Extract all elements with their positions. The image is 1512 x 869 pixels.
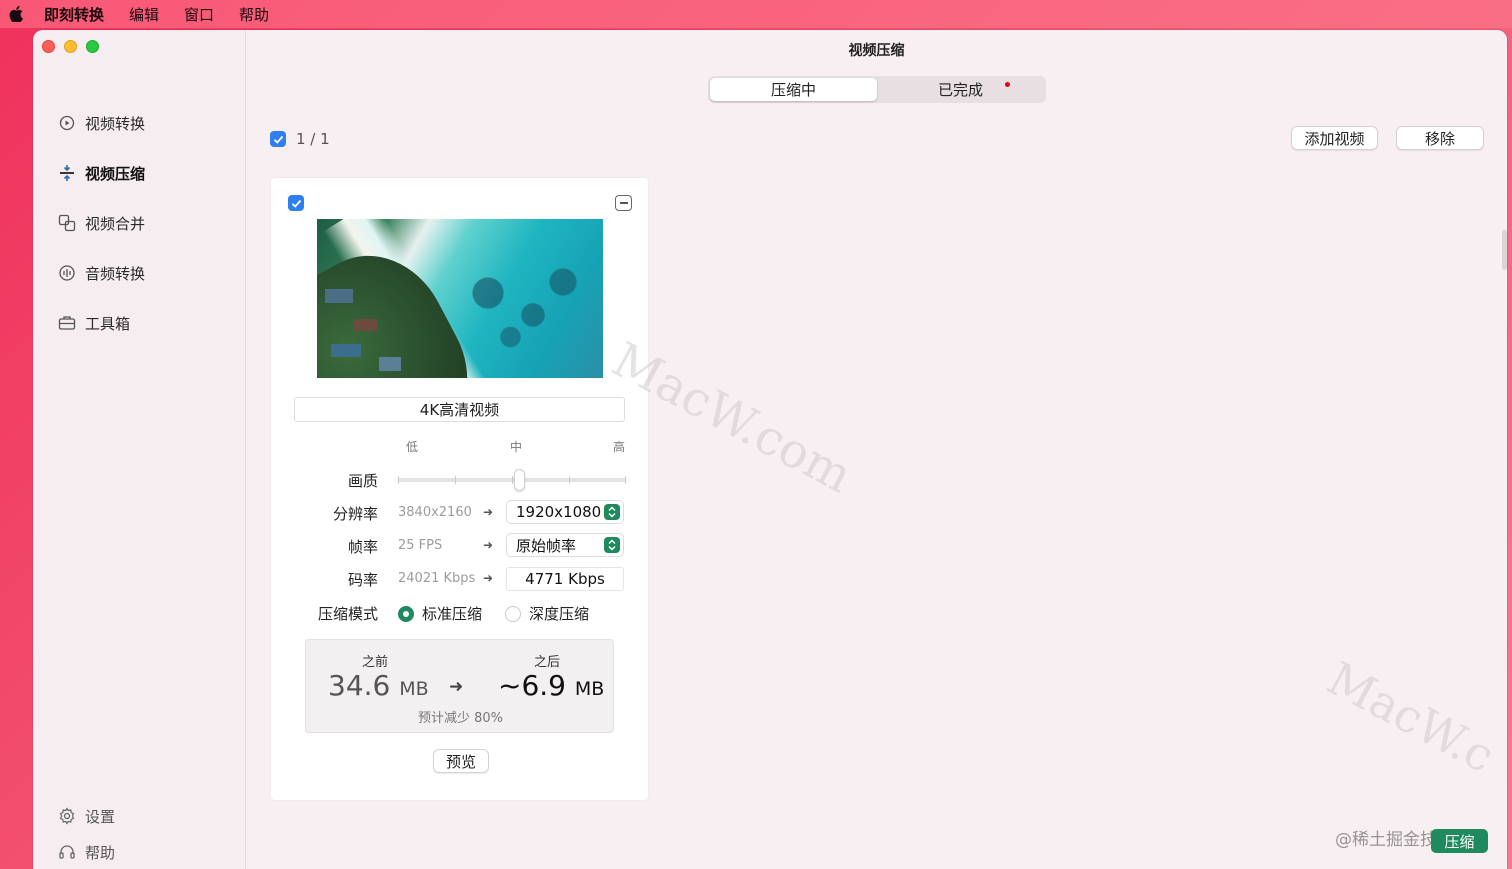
toolbox-icon bbox=[58, 314, 76, 332]
menu-app-name[interactable]: 即刻转换 bbox=[44, 4, 104, 25]
radio-label: 深度压缩 bbox=[529, 605, 590, 623]
sidebar-item-video-compress[interactable]: 视频压缩 bbox=[33, 148, 246, 198]
menu-window[interactable]: 窗口 bbox=[184, 4, 214, 25]
window-title: 视频压缩 bbox=[848, 43, 905, 59]
arrow-right-icon: ➜ bbox=[483, 571, 494, 585]
resolution-label: 分辨率 bbox=[332, 505, 378, 523]
before-size-unit: MB bbox=[399, 678, 429, 700]
sidebar-item-label: 设置 bbox=[85, 807, 116, 826]
audio-icon bbox=[58, 264, 76, 282]
sidebar: 视频转换 视频压缩 视频合并 音频转换 工具箱 设置 帮助 bbox=[33, 30, 246, 869]
gear-icon bbox=[58, 807, 76, 825]
sidebar-item-label: 视频压缩 bbox=[85, 164, 146, 183]
merge-icon bbox=[58, 214, 76, 232]
traffic-lights bbox=[42, 40, 99, 53]
mode-label: 压缩模式 bbox=[317, 605, 378, 623]
sidebar-item-label: 工具箱 bbox=[85, 314, 131, 333]
add-video-button[interactable]: 添加视频 bbox=[1291, 126, 1378, 150]
sidebar-item-audio-convert[interactable]: 音频转换 bbox=[33, 248, 246, 298]
sidebar-item-help[interactable]: 帮助 bbox=[33, 834, 246, 869]
close-window-button[interactable] bbox=[42, 40, 55, 53]
sidebar-nav: 视频转换 视频压缩 视频合并 音频转换 工具箱 bbox=[33, 98, 246, 348]
quality-level-mid: 中 bbox=[510, 440, 523, 454]
headset-icon bbox=[58, 843, 76, 861]
menu-edit[interactable]: 编辑 bbox=[129, 4, 159, 25]
status-segmented-control: 压缩中 已完成 bbox=[708, 76, 1046, 103]
quality-label: 画质 bbox=[347, 472, 378, 490]
quality-level-high: 高 bbox=[613, 440, 626, 454]
stepper-icon bbox=[604, 504, 620, 520]
reduction-note: 预计减少 80% bbox=[417, 711, 504, 726]
menu-help[interactable]: 帮助 bbox=[239, 4, 269, 25]
before-size-value: 34.6 bbox=[328, 669, 391, 702]
mode-deep-radio[interactable]: 深度压缩 bbox=[505, 603, 589, 624]
sidebar-item-label: 帮助 bbox=[85, 843, 116, 862]
select-all: 1 / 1 bbox=[270, 130, 330, 148]
sidebar-item-label: 视频转换 bbox=[85, 114, 146, 133]
tab-label: 压缩中 bbox=[770, 81, 816, 99]
size-estimate-panel: 之前 34.6 MB ➜ 之后 ~6.9 MB 预计减少 80% bbox=[305, 639, 614, 733]
quality-level-low: 低 bbox=[406, 440, 419, 454]
bitrate-label: 码率 bbox=[347, 571, 378, 589]
minimize-window-button[interactable] bbox=[64, 40, 77, 53]
video-name-field[interactable]: 4K高清视频 bbox=[294, 397, 625, 422]
main-content: 视频压缩 压缩中 已完成 1 / 1 添加视频 移除 4K高清视频 低 中 高 … bbox=[246, 30, 1507, 869]
sidebar-item-video-merge[interactable]: 视频合并 bbox=[33, 198, 246, 248]
sidebar-item-label: 音频转换 bbox=[85, 264, 146, 283]
video-thumbnail bbox=[317, 219, 603, 378]
original-bitrate: 24021 Kbps bbox=[398, 571, 476, 586]
sidebar-item-toolbox[interactable]: 工具箱 bbox=[33, 298, 246, 348]
original-resolution: 3840x2160 bbox=[398, 505, 472, 520]
collapse-icon[interactable] bbox=[615, 195, 632, 211]
sidebar-item-settings[interactable]: 设置 bbox=[33, 798, 246, 834]
video-card: 4K高清视频 低 中 高 画质 分辨率 3840x2160 ➜ 1920x108… bbox=[271, 178, 648, 800]
sidebar-bottom: 设置 帮助 bbox=[33, 798, 246, 869]
select-all-checkbox[interactable] bbox=[270, 131, 286, 147]
compress-button[interactable]: 压缩 bbox=[1431, 829, 1488, 853]
video-select-checkbox[interactable] bbox=[288, 195, 304, 211]
framerate-label: 帧率 bbox=[347, 538, 378, 556]
mode-standard-radio[interactable]: 标准压缩 bbox=[398, 603, 482, 624]
compress-icon bbox=[58, 164, 76, 182]
watermark-text: MacW.com bbox=[1318, 650, 1504, 784]
before-caption: 之前 bbox=[362, 655, 389, 670]
bitrate-field[interactable]: 4771 Kbps bbox=[506, 567, 624, 591]
tab-completed[interactable]: 已完成 bbox=[877, 78, 1044, 101]
before-size: 34.6 MB bbox=[328, 669, 429, 702]
after-size-unit: MB bbox=[574, 678, 605, 700]
arrow-right-icon: ➜ bbox=[449, 677, 464, 697]
apple-icon[interactable] bbox=[8, 5, 24, 23]
resolution-select[interactable]: 1920x1080 bbox=[506, 500, 624, 524]
sidebar-item-video-convert[interactable]: 视频转换 bbox=[33, 98, 246, 148]
radio-unselected-icon bbox=[505, 605, 521, 622]
quality-slider-knob[interactable] bbox=[514, 469, 525, 491]
menu-bar: 即刻转换 编辑 窗口 帮助 bbox=[0, 0, 1512, 28]
original-framerate: 25 FPS bbox=[398, 538, 443, 553]
quality-slider[interactable] bbox=[398, 469, 626, 491]
selection-count: 1 / 1 bbox=[296, 130, 330, 148]
notification-dot bbox=[1005, 82, 1010, 87]
framerate-value: 原始帧率 bbox=[516, 536, 577, 555]
after-size: ~6.9 MB bbox=[498, 669, 604, 702]
preview-button[interactable]: 预览 bbox=[433, 749, 489, 773]
after-size-value: ~6.9 bbox=[498, 669, 566, 702]
framerate-select[interactable]: 原始帧率 bbox=[506, 533, 624, 557]
zoom-window-button[interactable] bbox=[86, 40, 99, 53]
remove-button[interactable]: 移除 bbox=[1396, 126, 1484, 150]
stepper-icon bbox=[604, 537, 620, 553]
radio-selected-icon bbox=[398, 605, 414, 622]
tab-label: 已完成 bbox=[937, 81, 983, 99]
scrollbar[interactable] bbox=[1502, 230, 1507, 270]
after-caption: 之后 bbox=[534, 655, 561, 670]
convert-icon bbox=[58, 114, 76, 132]
arrow-right-icon: ➜ bbox=[483, 538, 494, 552]
sidebar-item-label: 视频合并 bbox=[85, 214, 146, 233]
arrow-right-icon: ➜ bbox=[483, 505, 494, 519]
tab-compressing[interactable]: 压缩中 bbox=[710, 78, 877, 101]
resolution-value: 1920x1080 bbox=[516, 503, 602, 521]
app-window: 视频转换 视频压缩 视频合并 音频转换 工具箱 设置 帮助 视频压缩 压缩中 已… bbox=[33, 30, 1507, 869]
radio-label: 标准压缩 bbox=[422, 605, 483, 623]
